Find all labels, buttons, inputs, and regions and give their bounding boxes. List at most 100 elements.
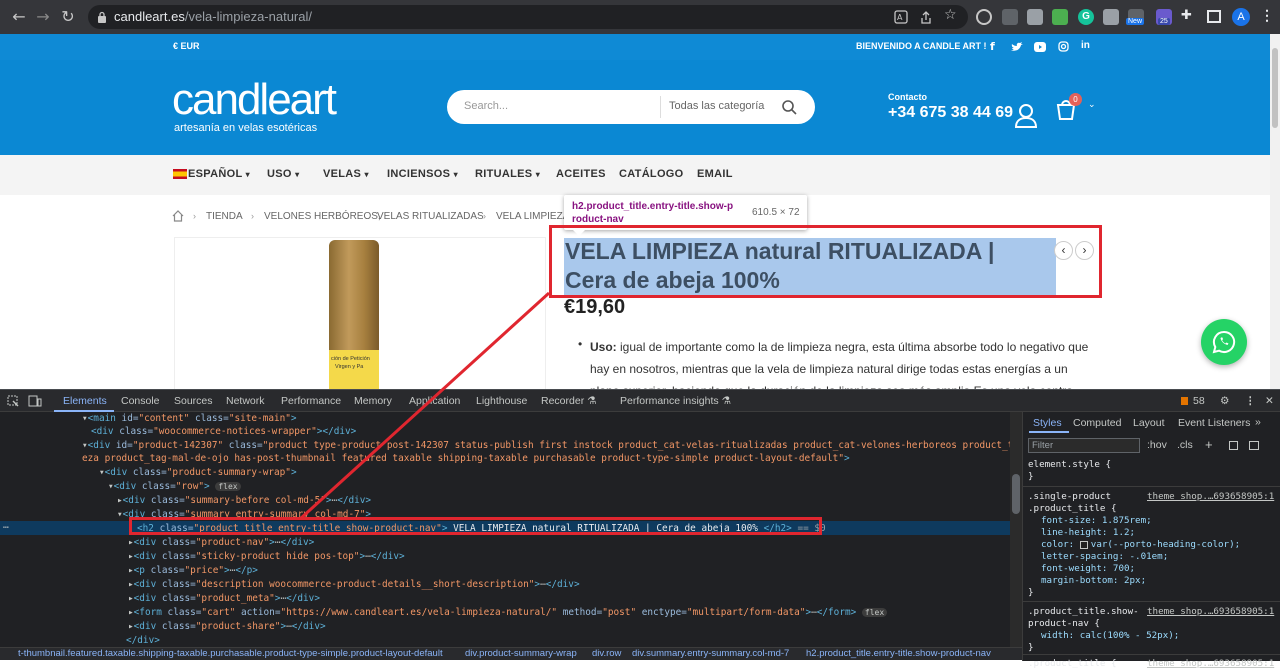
edit-extension-icon[interactable] <box>1103 9 1119 25</box>
menu-item-catalogo[interactable]: CATÁLOGO <box>619 168 684 180</box>
dom-line[interactable]: ▸<div class="description woocommerce-pro… <box>128 578 580 591</box>
dom-line[interactable]: ▾<div id="product-142307" class="product… <box>82 439 1059 452</box>
news-extension-icon[interactable]: New <box>1126 9 1145 25</box>
linkedin-icon[interactable]: in <box>1081 40 1090 51</box>
product-image-frame[interactable]: ción de Petición Virgen y Pa <box>174 237 546 390</box>
rule1-prop[interactable]: letter-spacing: -.01em; <box>1041 551 1168 563</box>
event-listeners-tab[interactable]: Event Listeners <box>1178 417 1250 429</box>
dom-line[interactable]: ▸<form class="cart" action="https://www.… <box>128 606 888 619</box>
reload-icon[interactable]: ↻ <box>57 6 79 28</box>
issues-count[interactable]: 58 <box>1193 395 1205 407</box>
rule1-prop[interactable]: line-height: 1.2; <box>1041 527 1135 539</box>
page-scrollbar[interactable] <box>1270 34 1280 389</box>
tab-performance[interactable]: Performance <box>281 395 341 407</box>
dom-line[interactable]: ▸<div class="product_meta">⋯</div> <box>128 592 320 605</box>
rule2-source-link[interactable]: theme_shop.…693658905:1 <box>1147 606 1274 618</box>
class-toggle[interactable]: .cls <box>1177 439 1193 451</box>
browser-menu-icon[interactable]: ⋮ <box>1260 7 1274 24</box>
computed-tab[interactable]: Computed <box>1073 417 1121 429</box>
dom-crumb[interactable]: div.product-summary-wrap <box>465 648 577 659</box>
twitter-icon[interactable] <box>1011 42 1023 52</box>
dom-line[interactable]: <div class="woocommerce-notices-wrapper"… <box>91 425 356 438</box>
recycle-extension-icon[interactable] <box>1002 9 1018 25</box>
globe-extension-icon[interactable] <box>976 9 992 25</box>
rule1-selector[interactable]: .single-product <box>1028 491 1111 503</box>
dom-line[interactable]: ▸<p class="price">⋯</p> <box>128 564 258 577</box>
contact-phone[interactable]: +34 675 38 44 69 <box>888 104 1013 122</box>
dom-crumb[interactable]: div.row <box>592 648 621 659</box>
dom-line[interactable]: ▾<div class="row"> flex <box>108 480 241 493</box>
breadcrumb-item-tienda[interactable]: TIENDA <box>206 211 243 222</box>
dom-line[interactable]: ▸<div class="product-nav">⋯</div> <box>128 536 314 549</box>
tab-performance-insights[interactable]: Performance insights ⚗ <box>620 395 731 407</box>
menu-item-email[interactable]: EMAIL <box>697 168 733 180</box>
rule1-prop[interactable]: color: var(--porto-heading-color); <box>1041 539 1240 551</box>
profile-avatar[interactable]: A <box>1232 8 1250 26</box>
logo[interactable]: candleart <box>172 76 337 124</box>
dom-scrollbar[interactable] <box>1010 412 1022 648</box>
tab-elements[interactable]: Elements <box>63 395 107 407</box>
tab-lighthouse[interactable]: Lighthouse <box>476 395 527 407</box>
rule1-prop[interactable]: font-size: 1.875rem; <box>1041 515 1152 527</box>
dom-line[interactable]: </div> <box>126 634 160 647</box>
more-tabs-icon[interactable]: » <box>1255 416 1261 428</box>
rule2-prop[interactable]: width: calc(100% - 52px); <box>1041 630 1179 642</box>
dom-line[interactable]: ▸<div class="product-share">⋯</div> <box>128 620 326 633</box>
counter-extension-icon[interactable]: 25 <box>1156 9 1172 25</box>
rule1-prop[interactable]: margin-bottom: 2px; <box>1041 575 1146 587</box>
dom-line[interactable]: eza product_tag-mal-de-ojo has-post-thum… <box>82 452 850 465</box>
menu-item-inciensos[interactable]: INCIENSOS ▾ <box>387 168 458 180</box>
translate-icon[interactable]: A <box>894 10 908 24</box>
inspect-element-icon[interactable] <box>7 395 19 407</box>
tab-console[interactable]: Console <box>121 395 160 407</box>
devtools-menu-icon[interactable]: ⋮ <box>1245 395 1256 407</box>
hover-state-toggle[interactable]: :hov <box>1147 439 1167 451</box>
rule2-selector-2[interactable]: product-nav { <box>1028 618 1100 630</box>
rule1-prop[interactable]: font-weight: 700; <box>1041 563 1135 575</box>
styles-filter-input[interactable]: Filter <box>1028 438 1140 453</box>
address-bar[interactable]: candleart.es/vela-limpieza-natural/ A ☆ <box>88 5 968 29</box>
color-swatch[interactable] <box>1080 541 1088 549</box>
issues-icon[interactable] <box>1181 397 1188 405</box>
toggle-sidebar-icon[interactable] <box>1249 441 1259 450</box>
search-input[interactable]: Search... <box>464 100 508 112</box>
dom-crumb-current[interactable]: h2.product_title.entry-title.show-produc… <box>806 648 991 659</box>
grid-extension-icon[interactable] <box>1052 9 1068 25</box>
dom-line[interactable]: ▾<main id="content" class="site-main"> <box>82 412 297 425</box>
tab-memory[interactable]: Memory <box>354 395 392 407</box>
user-account-icon[interactable] <box>1015 104 1037 128</box>
currency-switcher[interactable]: € EUR <box>173 41 200 51</box>
cart-dropdown-chevron-icon[interactable]: ⌄ <box>1088 100 1096 110</box>
side-panel-icon[interactable] <box>1207 10 1221 23</box>
breadcrumb-item-velas-ritualizadas[interactable]: VELAS RITUALIZADAS <box>377 211 484 222</box>
rule1-selector-2[interactable]: .product_title { <box>1028 503 1117 515</box>
styles-tab[interactable]: Styles <box>1033 417 1062 429</box>
device-toolbar-icon[interactable] <box>28 395 42 407</box>
tab-sources[interactable]: Sources <box>174 395 213 407</box>
dom-scrollbar-thumb[interactable] <box>1012 474 1020 514</box>
dom-crumb[interactable]: div.summary.entry-summary.col-md-7 <box>632 648 789 659</box>
menu-item-uso[interactable]: USO ▾ <box>267 168 299 180</box>
menu-item-language[interactable]: ESPAÑOL ▾ <box>188 168 250 180</box>
rule2-selector[interactable]: .product_title.show- <box>1028 606 1139 618</box>
layout-tab[interactable]: Layout <box>1133 417 1165 429</box>
home-icon[interactable] <box>172 210 184 222</box>
category-select[interactable]: Todas las categoría <box>669 100 764 112</box>
dom-line[interactable]: ▸<div class="sticky-product hide pos-top… <box>128 550 405 563</box>
facebook-icon[interactable]: f <box>990 40 995 53</box>
grammarly-icon[interactable]: G <box>1078 9 1094 25</box>
tab-application[interactable]: Application <box>409 395 460 407</box>
youtube-icon[interactable] <box>1034 42 1046 52</box>
menu-item-velas[interactable]: VELAS ▾ <box>323 168 369 180</box>
dom-line[interactable]: ▾<div class="product-summary-wrap"> <box>99 466 297 479</box>
toggle-print-icon[interactable] <box>1229 441 1238 450</box>
search-icon[interactable] <box>782 100 797 115</box>
menu-item-rituales[interactable]: RITUALES ▾ <box>475 168 540 180</box>
whatsapp-button[interactable] <box>1201 319 1247 365</box>
rule1-source-link[interactable]: theme_shop.…693658905:1 <box>1147 491 1274 503</box>
extensions-puzzle-icon[interactable]: ✚ <box>1181 8 1192 23</box>
settings-gear-icon[interactable]: ⚙ <box>1220 395 1229 407</box>
dom-line[interactable]: ▸<div class="summary-before col-md-5">⋯<… <box>117 494 371 507</box>
menu-item-aceites[interactable]: ACEITES <box>556 168 606 180</box>
element-style-rule[interactable]: element.style { <box>1028 459 1111 471</box>
